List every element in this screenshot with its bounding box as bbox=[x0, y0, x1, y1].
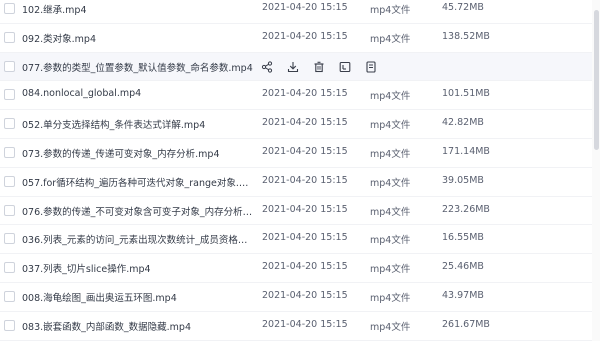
file-type: mp4文件 bbox=[370, 33, 411, 45]
file-list: 102.继承.mp4 2021-04-20 15:15 mp4文件 45.72MB 09… bbox=[0, 0, 592, 341]
file-row[interactable]: 077.参数的类型_位置参数_默认值参数_命名参数.mp4 bbox=[0, 52, 592, 82]
file-date: 2021-04-20 15:15 bbox=[262, 2, 348, 13]
file-date: 2021-04-20 15:15 bbox=[262, 30, 348, 42]
row-checkbox[interactable] bbox=[4, 319, 15, 331]
file-date: 2021-04-20 15:15 bbox=[262, 88, 348, 100]
file-type: mp4文件 bbox=[370, 292, 411, 304]
delete-icon[interactable] bbox=[312, 60, 326, 74]
file-date: 2021-04-20 15:15 bbox=[262, 318, 348, 330]
file-size: 261.67MB bbox=[442, 318, 490, 330]
row-actions bbox=[260, 59, 378, 75]
row-checkbox[interactable] bbox=[4, 60, 15, 72]
more-icon[interactable] bbox=[364, 60, 378, 74]
file-date: 2021-04-20 15:15 bbox=[262, 289, 348, 301]
download-icon[interactable] bbox=[286, 60, 300, 74]
file-date: 2021-04-20 15:15 bbox=[262, 232, 348, 244]
share-icon[interactable] bbox=[260, 60, 274, 74]
file-date: 2021-04-20 15:15 bbox=[262, 261, 348, 273]
scrollbar[interactable] bbox=[592, 0, 600, 341]
file-row[interactable]: 052.单分支选择结构_条件表达式详解.mp4 2021-04-20 15:15 m… bbox=[0, 110, 592, 139]
file-date: 2021-04-20 15:15 bbox=[262, 174, 348, 186]
file-name[interactable]: 083.嵌套函数_内部函数_数据隐藏.mp4 bbox=[22, 319, 191, 333]
file-row[interactable]: 057.for循环结构_遍历各种可迭代对象_range对象.mp4 2021-04… bbox=[0, 168, 592, 197]
file-size: 16.55MB bbox=[442, 232, 484, 244]
file-type: mp4文件 bbox=[370, 5, 411, 16]
file-type: mp4文件 bbox=[370, 235, 411, 247]
file-row[interactable]: 008.海龟绘图_画出奥运五环图.mp4 2021-04-20 15:15 mp4文… bbox=[0, 283, 592, 312]
file-name[interactable]: 052.单分支选择结构_条件表达式详解.mp4 bbox=[22, 117, 205, 131]
file-size: 39.05MB bbox=[442, 174, 484, 186]
file-name[interactable]: 036.列表_元素的访问_元素出现次数统计_成员资格判断... bbox=[22, 232, 254, 246]
file-name[interactable]: 057.for循环结构_遍历各种可迭代对象_range对象.mp4 bbox=[22, 175, 254, 189]
rename-icon[interactable] bbox=[338, 60, 352, 74]
file-type: mp4文件 bbox=[370, 148, 411, 160]
file-size: 101.51MB bbox=[442, 88, 490, 100]
file-size: 42.82MB bbox=[442, 117, 484, 129]
file-name[interactable]: 092.类对象.mp4 bbox=[22, 31, 96, 45]
file-date: 2021-04-20 15:15 bbox=[262, 117, 348, 129]
file-name[interactable]: 076.参数的传递_不可变对象含可变子对象_内存分析.mp4 bbox=[22, 204, 254, 218]
scrollbar-thumb[interactable] bbox=[594, 10, 599, 150]
file-type: mp4文件 bbox=[370, 321, 411, 333]
file-name[interactable]: 008.海龟绘图_画出奥运五环图.mp4 bbox=[22, 290, 177, 304]
file-row[interactable]: 037.列表_切片slice操作.mp4 2021-04-20 15:15 mp4文… bbox=[0, 254, 592, 283]
row-checkbox[interactable] bbox=[4, 31, 15, 43]
row-checkbox[interactable] bbox=[4, 3, 15, 14]
file-size: 171.14MB bbox=[442, 145, 490, 157]
row-checkbox[interactable] bbox=[4, 204, 15, 216]
row-checkbox[interactable] bbox=[4, 118, 15, 130]
row-checkbox[interactable] bbox=[4, 290, 15, 302]
file-row[interactable]: 083.嵌套函数_内部函数_数据隐藏.mp4 2021-04-20 15:15 mp… bbox=[0, 312, 592, 341]
file-type: mp4文件 bbox=[370, 120, 411, 132]
file-type: mp4文件 bbox=[370, 206, 411, 218]
file-row[interactable]: 092.类对象.mp4 2021-04-20 15:15 mp4文件 138.52MB bbox=[0, 24, 592, 53]
file-name[interactable]: 077.参数的类型_位置参数_默认值参数_命名参数.mp4 bbox=[22, 60, 253, 74]
file-row[interactable]: 102.继承.mp4 2021-04-20 15:15 mp4文件 45.72MB bbox=[0, 0, 592, 24]
row-checkbox[interactable] bbox=[4, 175, 15, 187]
row-checkbox[interactable] bbox=[4, 89, 15, 101]
file-row[interactable]: 084.nonlocal_global.mp4 2021-04-20 15:15 m… bbox=[0, 81, 592, 111]
file-date: 2021-04-20 15:15 bbox=[262, 145, 348, 157]
row-checkbox[interactable] bbox=[4, 262, 15, 274]
file-size: 138.52MB bbox=[442, 30, 490, 42]
file-size: 43.97MB bbox=[442, 289, 484, 301]
file-name[interactable]: 084.nonlocal_global.mp4 bbox=[22, 88, 141, 99]
row-checkbox[interactable] bbox=[4, 146, 15, 158]
file-name[interactable]: 037.列表_切片slice操作.mp4 bbox=[22, 261, 151, 275]
row-checkbox[interactable] bbox=[4, 233, 15, 245]
file-size: 223.26MB bbox=[442, 203, 490, 215]
file-date: 2021-04-20 15:15 bbox=[262, 203, 348, 215]
file-name[interactable]: 073.参数的传递_传递可变对象_内存分析.mp4 bbox=[22, 146, 220, 160]
file-row[interactable]: 036.列表_元素的访问_元素出现次数统计_成员资格判断... 2021-04-2… bbox=[0, 225, 592, 255]
file-size: 25.46MB bbox=[442, 261, 484, 273]
file-type: mp4文件 bbox=[370, 264, 411, 276]
file-size: 45.72MB bbox=[442, 2, 484, 13]
file-name[interactable]: 102.继承.mp4 bbox=[22, 2, 87, 16]
file-row[interactable]: 073.参数的传递_传递可变对象_内存分析.mp4 2021-04-20 15:1… bbox=[0, 139, 592, 168]
file-row[interactable]: 076.参数的传递_不可变对象含可变子对象_内存分析.mp4 2021-04-20… bbox=[0, 197, 592, 226]
file-type: mp4文件 bbox=[370, 91, 411, 103]
file-type: mp4文件 bbox=[370, 177, 411, 189]
